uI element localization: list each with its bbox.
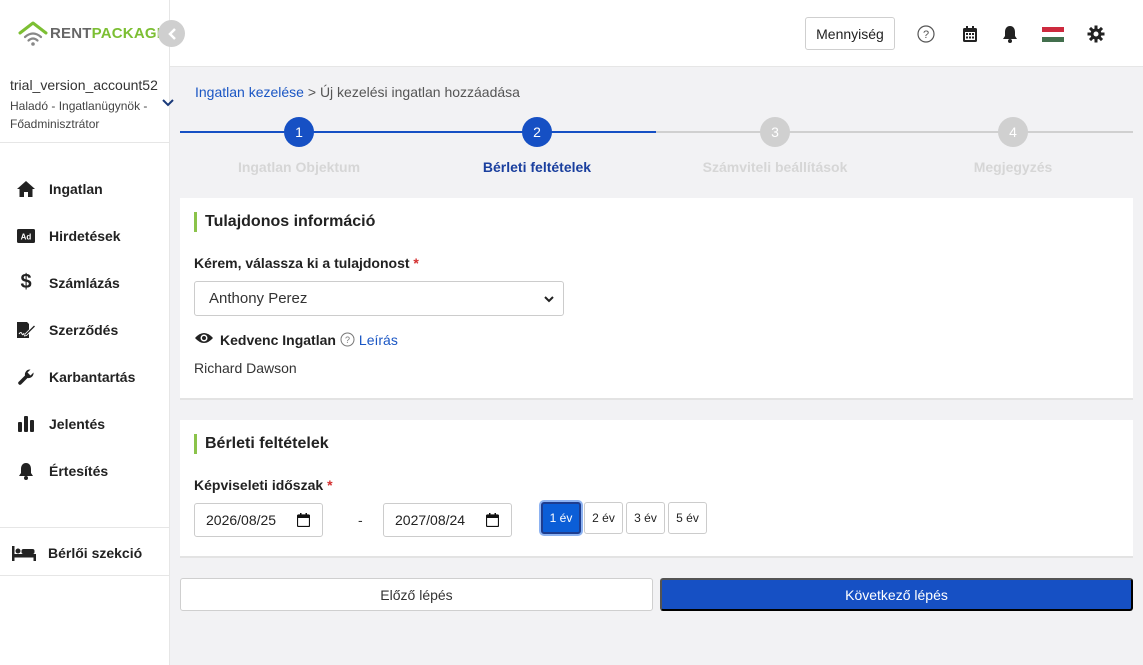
favorite-owner-name: Richard Dawson [194, 360, 297, 376]
breadcrumb-link[interactable]: Ingatlan kezelése [195, 84, 304, 100]
favorite-property-label: Kedvenc Ingatlan [220, 331, 336, 348]
end-date-value: 2027/08/24 [395, 512, 466, 528]
nav-item-ingatlan[interactable]: Ingatlan [0, 165, 169, 212]
nav-item-szerzodes[interactable]: Szerződés [0, 306, 169, 353]
stepper-remaining-line [656, 131, 1133, 133]
home-icon [15, 179, 37, 199]
rental-card-title: Bérleti feltételek [194, 434, 329, 454]
owner-select[interactable]: Anthony Perez [194, 281, 564, 316]
chevron-down-icon [543, 292, 555, 309]
logo[interactable]: RENTPACKAGE [0, 0, 169, 67]
calendar-icon[interactable] [485, 513, 500, 530]
contract-icon [15, 320, 37, 340]
quantity-button[interactable]: Mennyiség [805, 17, 895, 50]
calendar-icon[interactable] [296, 513, 311, 530]
dollar-icon: $ [20, 271, 32, 293]
account-switcher[interactable]: trial_version_account52 Haladó - Ingatla… [0, 67, 174, 143]
year-option-1[interactable]: 1 év [541, 502, 581, 534]
breadcrumb-separator: > [307, 84, 317, 100]
top-header: Mennyiség ? [170, 0, 1143, 67]
start-date-input[interactable]: 2026/08/25 [194, 503, 323, 537]
svg-text:?: ? [923, 29, 929, 41]
nav-label: Számlázás [49, 274, 120, 291]
wrench-icon [15, 367, 37, 387]
rental-terms-card: Bérleti feltételek Képviseleti időszak *… [180, 420, 1133, 558]
bed-icon [12, 545, 38, 561]
eye-icon[interactable] [194, 331, 214, 348]
step-2-circle[interactable]: 2 [522, 117, 552, 147]
start-date-value: 2026/08/25 [206, 512, 277, 528]
year-option-2[interactable]: 2 év [584, 502, 623, 534]
hungarian-flag-icon[interactable] [1042, 26, 1064, 42]
account-role-1: Haladó - Ingatlanügynök - [10, 99, 148, 113]
nav-item-ertesites[interactable]: Értesítés [0, 447, 169, 494]
nav-item-jelentes[interactable]: Jelentés [0, 400, 169, 447]
account-name: trial_version_account52 [10, 77, 158, 93]
nav-divider [0, 527, 170, 528]
ad-icon: Ad [15, 226, 37, 246]
owner-info-card: Tulajdonos információ Kérem, válassza ki… [180, 198, 1133, 400]
step-4-circle[interactable]: 4 [998, 117, 1028, 147]
main-nav: Ingatlan Ad Hirdetések $ Számlázás Szerz… [0, 143, 169, 494]
owner-card-title: Tulajdonos információ [194, 212, 375, 232]
favorite-property-row: Kedvenc Ingatlan ? Leírás [194, 331, 398, 348]
nav-label: Értesítés [49, 462, 109, 479]
year-option-5[interactable]: 5 év [668, 502, 707, 534]
gear-icon[interactable] [1086, 24, 1106, 44]
help-icon[interactable]: ? [340, 332, 355, 347]
bar-chart-icon [15, 414, 37, 434]
stepper: 1 2 3 4 Ingatlan Objektum Bérleti feltét… [180, 115, 1133, 179]
nav-item-szamlazas[interactable]: $ Számlázás [0, 259, 169, 306]
step-2-label: Bérleti feltételek [482, 159, 592, 175]
svg-text:?: ? [345, 335, 350, 345]
brand-name: RENTPACKAGE [50, 25, 167, 42]
next-step-button[interactable]: Következő lépés [660, 578, 1133, 611]
sidebar: RENTPACKAGE trial_version_account52 Hala… [0, 0, 174, 665]
wifi-house-icon [18, 21, 48, 46]
nav-item-karbantartas[interactable]: Karbantartás [0, 353, 169, 400]
year-option-3[interactable]: 3 év [626, 502, 665, 534]
nav-label: Jelentés [49, 415, 106, 432]
nav-item-hirdetesek[interactable]: Ad Hirdetések [0, 212, 169, 259]
chevron-down-icon[interactable] [161, 95, 175, 111]
account-role-2: Főadminisztrátor [10, 117, 100, 131]
help-icon[interactable]: ? [916, 24, 936, 44]
step-3-circle[interactable]: 3 [760, 117, 790, 147]
sidebar-collapse-button[interactable] [158, 20, 185, 47]
owner-select-value: Anthony Perez [209, 290, 308, 307]
previous-step-button[interactable]: Előző lépés [180, 578, 653, 611]
step-1-label: Ingatlan Objektum [237, 159, 361, 175]
step-4-label: Megjegyzés [973, 159, 1053, 175]
nav-label: Hirdetések [49, 227, 121, 244]
owner-select-label: Kérem, válassza ki a tulajdonost * [194, 255, 419, 271]
svg-text:Ad: Ad [21, 232, 32, 241]
description-link[interactable]: Leírás [359, 332, 398, 348]
nav-label: Ingatlan [49, 180, 103, 197]
step-3-label: Számviteli beállítások [702, 159, 848, 175]
nav-item-berloi-szekcio[interactable]: Bérlői szekció [0, 530, 170, 576]
nav-label: Karbantartás [49, 368, 136, 385]
stepper-progress-line [180, 131, 656, 133]
step-1-circle[interactable]: 1 [284, 117, 314, 147]
breadcrumb-current: Új kezelési ingatlan hozzáadása [319, 84, 520, 100]
date-range-dash: - [358, 512, 363, 528]
nav-label: Szerződés [49, 321, 119, 338]
bell-icon [15, 461, 37, 481]
period-label: Képviseleti időszak * [194, 477, 333, 493]
end-date-input[interactable]: 2027/08/24 [383, 503, 512, 537]
breadcrumb: Ingatlan kezelése > Új kezelési ingatlan… [195, 84, 520, 100]
chevron-left-icon [167, 27, 176, 40]
notification-bell-icon[interactable] [1000, 24, 1020, 44]
calendar-icon[interactable] [960, 24, 980, 44]
nav-label: Bérlői szekció [48, 544, 143, 561]
